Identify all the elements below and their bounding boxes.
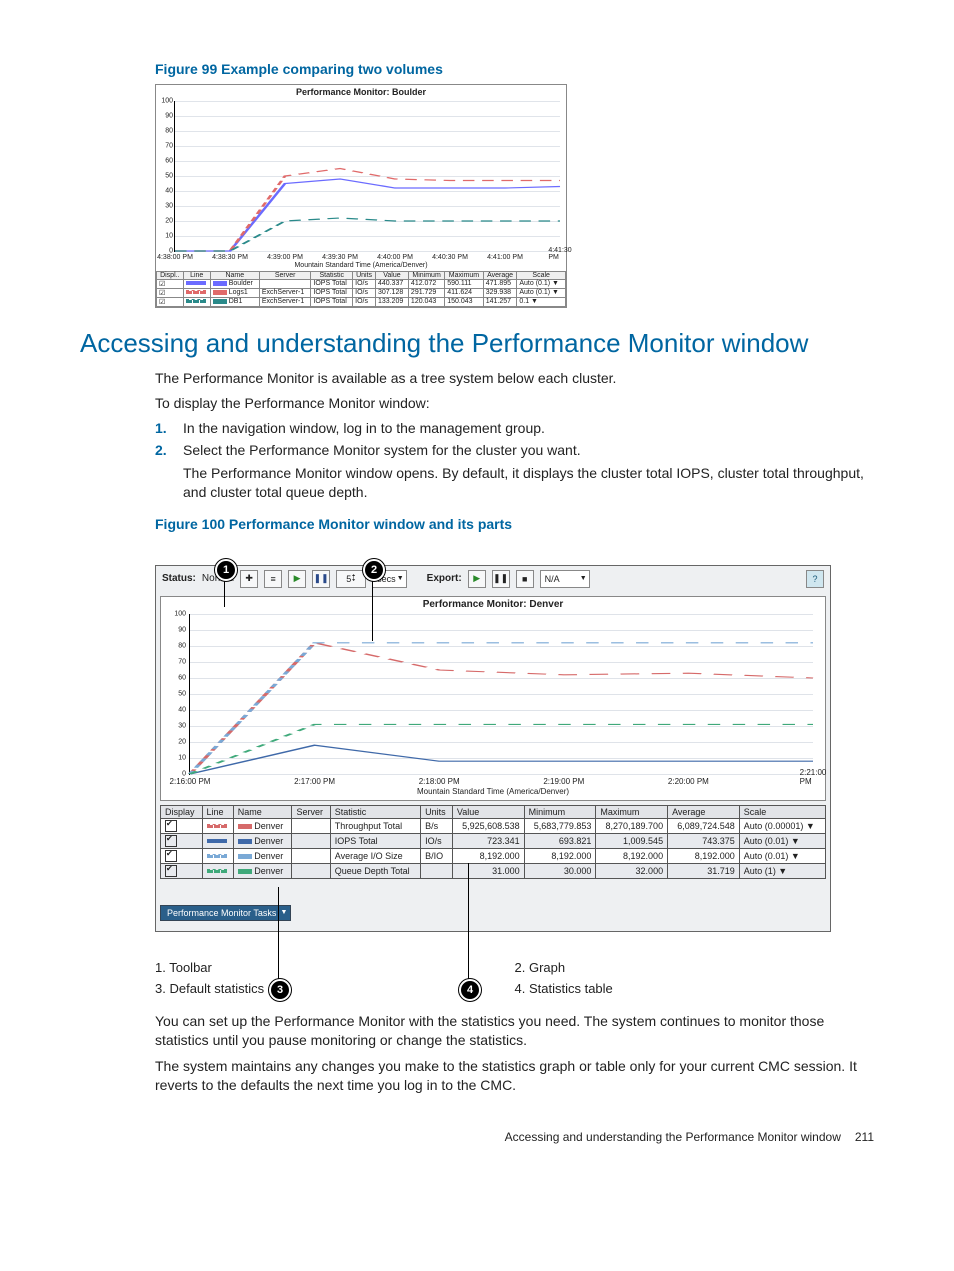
callout-line [372,579,373,641]
perf-monitor-tasks-button[interactable]: Performance Monitor Tasks [160,905,291,921]
status-label: Status: [162,573,196,584]
body-paragraph: To display the Performance Monitor windo… [155,394,874,414]
list-item: In the navigation window, log in to the … [183,420,874,436]
callout-line [224,579,225,607]
footer-title: Accessing and understanding the Performa… [505,1130,841,1144]
x-axis-title: Mountain Standard Time (America/Denver) [156,262,566,269]
section-heading: Accessing and understanding the Performa… [80,328,874,359]
pause-button[interactable]: ❚❚ [312,570,330,588]
body-paragraph: You can set up the Performance Monitor w… [155,1012,874,1051]
callout-2: 2 [363,559,385,581]
list-item-detail: The Performance Monitor window opens. By… [183,464,874,503]
export-dest-dropdown[interactable]: N/A [540,570,590,588]
figure-99-chart: Performance Monitor: Boulder 01020304050… [155,84,567,308]
export-label: Export: [427,573,462,584]
legend-item: 1. Toolbar [155,960,515,975]
callout-1: 1 [215,559,237,581]
chart-panel: Performance Monitor: Denver 010203040506… [160,596,826,801]
export-play-button[interactable]: ▶ [468,570,486,588]
callout-line [468,863,469,979]
figure-100-caption: Figure 100 Performance Monitor window an… [155,515,874,535]
list-item: Select the Performance Monitor system fo… [183,442,874,458]
list-number: 2. [155,442,183,509]
export-pause-button[interactable]: ❚❚ [492,570,510,588]
add-counter-button[interactable]: ✚ [240,570,258,588]
list-button[interactable]: ≡ [264,570,282,588]
toolbar: Status: Normal ✚ ≡ ▶ ❚❚ 5⭥ secs Export: … [156,566,830,592]
page-number: 211 [855,1130,874,1144]
callout-3: 3 [269,979,291,1001]
export-stop-button[interactable]: ■ [516,570,534,588]
list-number: 1. [155,420,183,436]
body-paragraph: The system maintains any changes you mak… [155,1057,874,1096]
chart-title: Performance Monitor: Denver [161,599,825,610]
x-axis-title: Mountain Standard Time (America/Denver) [161,787,825,796]
interval-spinner[interactable]: 5⭥ [336,570,366,588]
legend-item: 4. Statistics table [515,981,875,996]
chart-title: Performance Monitor: Boulder [156,85,566,97]
callout-line [278,887,279,979]
callout-4: 4 [459,979,481,1001]
perf-monitor-window: Status: Normal ✚ ≡ ▶ ❚❚ 5⭥ secs Export: … [155,565,831,932]
legend-item: 2. Graph [515,960,875,975]
figure-99-table: Displ..LineNameServerStatisticUnitsValue… [156,271,566,307]
help-button[interactable]: ? [806,570,824,588]
figure-99-caption: Figure 99 Example comparing two volumes [155,60,874,80]
statistics-table: DisplayLineNameServerStatisticUnitsValue… [160,805,826,879]
play-button[interactable]: ▶ [288,570,306,588]
body-paragraph: The Performance Monitor is available as … [155,369,874,389]
